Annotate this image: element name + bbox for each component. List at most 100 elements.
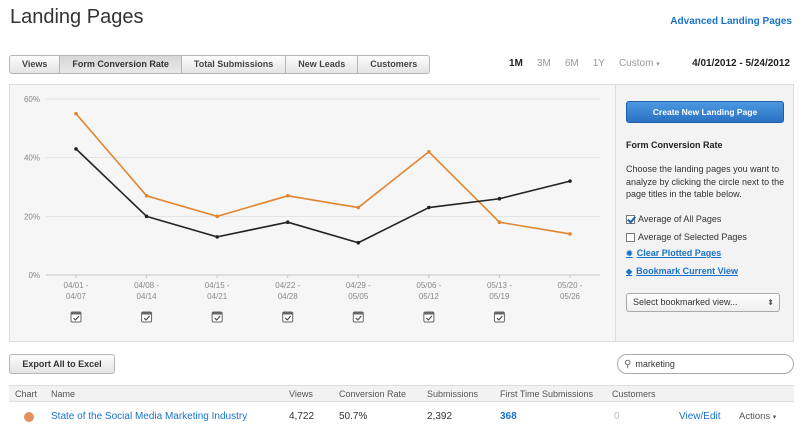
- view-edit-link[interactable]: View/Edit: [679, 411, 721, 422]
- export-to-excel-button[interactable]: Export All to Excel: [9, 354, 115, 374]
- data-point: [497, 220, 502, 224]
- metric-tabs: Views Form Conversion Rate Total Submiss…: [9, 55, 431, 74]
- chart-toggle-dot[interactable]: [24, 412, 34, 422]
- chart-panel: 0% 20% 40% 60% 04/01 - 04/07 04/08 - 04/14 04/15…: [9, 84, 616, 342]
- x-tick-label: 05/05: [348, 292, 369, 301]
- average-selected-pages-label: Average of Selected Pages: [638, 232, 747, 242]
- customers-value: 0: [614, 411, 620, 422]
- column-chart[interactable]: Chart: [15, 389, 37, 399]
- x-tick-label: 05/19: [489, 292, 510, 301]
- column-customers[interactable]: Customers: [612, 389, 656, 399]
- x-tick-label: 04/15 -: [205, 281, 230, 290]
- column-name[interactable]: Name: [51, 389, 75, 399]
- calendar-icon[interactable]: [282, 311, 294, 323]
- y-tick-label: 20%: [24, 212, 40, 221]
- tab-new-leads[interactable]: New Leads: [286, 56, 359, 73]
- average-selected-pages-checkbox[interactable]: [626, 232, 635, 242]
- data-point: [144, 214, 149, 219]
- search-box[interactable]: ⚲: [617, 354, 794, 374]
- search-input[interactable]: [635, 359, 776, 369]
- bookmark-view-select[interactable]: Select bookmarked view... ⬍: [626, 293, 780, 312]
- x-tick-label: 05/20 -: [558, 281, 583, 290]
- data-point: [356, 205, 361, 210]
- range-custom-dropdown[interactable]: Custom ▾: [619, 58, 660, 69]
- select-arrows-icon: ⬍: [767, 298, 774, 307]
- date-range: 4/01/2012 - 5/24/2012: [692, 58, 790, 69]
- advanced-landing-pages-link[interactable]: Advanced Landing Pages: [670, 16, 792, 27]
- data-point: [285, 220, 290, 224]
- bookmark-icon: ◆: [626, 266, 633, 276]
- bookmark-current-view-link[interactable]: ◆ Bookmark Current View: [626, 266, 738, 276]
- x-tick-label: 04/01 -: [64, 281, 89, 290]
- calendar-icon[interactable]: [423, 311, 435, 323]
- time-range-selector: 1M 3M 6M 1Y Custom ▾: [509, 58, 660, 69]
- side-description: Choose the landing pages you want to ana…: [626, 164, 785, 199]
- x-tick-label: 04/21: [207, 292, 228, 301]
- actions-label: Actions: [739, 411, 771, 422]
- calendar-icon[interactable]: [141, 311, 153, 323]
- column-first-time-submissions[interactable]: First Time Submissions: [500, 389, 593, 399]
- x-tick-label: 04/07: [66, 292, 87, 301]
- data-point: [356, 240, 361, 245]
- tab-form-conversion-rate[interactable]: Form Conversion Rate: [60, 56, 182, 73]
- range-6m[interactable]: 6M: [565, 58, 579, 69]
- x-tick-label: 05/12: [419, 292, 440, 301]
- y-tick-label: 60%: [24, 95, 40, 104]
- calendar-icon[interactable]: [493, 311, 505, 323]
- page-name-link[interactable]: State of the Social Media Marketing Indu…: [51, 411, 247, 422]
- tab-customers[interactable]: Customers: [358, 56, 430, 73]
- gear-icon: ✹: [626, 248, 633, 258]
- first-time-submissions-link[interactable]: 368: [500, 411, 517, 422]
- conversion-rate-value: 50.7%: [339, 411, 368, 422]
- page-title: Landing Pages: [10, 6, 144, 28]
- range-1m[interactable]: 1M: [509, 58, 523, 69]
- data-point: [568, 179, 572, 183]
- views-value: 4,722: [289, 411, 315, 422]
- conversion-rate-chart: 0% 20% 40% 60% 04/01 - 04/07 04/08 - 04/14 04/15…: [24, 95, 600, 323]
- bookmark-view-select-value: Select bookmarked view...: [633, 297, 738, 307]
- calendar-icon[interactable]: [352, 311, 364, 323]
- table-header: Chart Name Views Conversion Rate Submiss…: [9, 385, 794, 402]
- column-views[interactable]: Views: [289, 389, 313, 399]
- data-point: [497, 196, 502, 201]
- tab-total-submissions[interactable]: Total Submissions: [181, 56, 287, 73]
- data-point: [215, 235, 219, 239]
- average-selected-pages-option[interactable]: Average of Selected Pages: [626, 232, 747, 242]
- data-point: [427, 150, 431, 154]
- landing-pages-screen: Landing Pages Advanced Landing Pages Vie…: [0, 0, 800, 429]
- range-custom-label: Custom: [618, 58, 654, 69]
- series-line-2: [75, 148, 571, 244]
- column-conversion-rate[interactable]: Conversion Rate: [339, 389, 406, 399]
- search-icon: ⚲: [624, 358, 632, 370]
- x-tick-label: 04/22 -: [275, 281, 300, 290]
- x-tick-label: 05/26: [560, 292, 581, 301]
- calendar-icon[interactable]: [70, 311, 82, 323]
- range-1y[interactable]: 1Y: [593, 58, 605, 69]
- x-tick-label: 04/08 -: [134, 281, 159, 290]
- data-point: [144, 194, 149, 198]
- tab-views[interactable]: Views: [10, 56, 61, 73]
- y-tick-label: 0%: [28, 271, 40, 280]
- submissions-value: 2,392: [427, 411, 453, 422]
- data-point: [74, 111, 78, 116]
- side-heading: Form Conversion Rate: [626, 140, 723, 150]
- clear-plotted-pages-link[interactable]: ✹ Clear Plotted Pages: [626, 248, 721, 258]
- range-3m[interactable]: 3M: [537, 58, 551, 69]
- side-panel: Create New Landing Page Form Conversion …: [616, 84, 794, 342]
- average-all-pages-checkbox[interactable]: [626, 214, 635, 224]
- average-all-pages-option[interactable]: Average of All Pages: [626, 214, 721, 224]
- x-tick-label: 04/14: [137, 292, 158, 301]
- create-landing-page-button[interactable]: Create New Landing Page: [626, 101, 784, 123]
- data-point: [215, 214, 219, 219]
- chevron-down-icon: ▾: [656, 61, 660, 68]
- x-tick-label: 05/06 -: [416, 281, 441, 290]
- calendar-icon[interactable]: [211, 311, 223, 323]
- y-tick-label: 40%: [24, 154, 40, 163]
- clear-plotted-pages-label: Clear Plotted Pages: [636, 248, 722, 258]
- data-point: [74, 147, 78, 151]
- actions-dropdown[interactable]: Actions ▾: [739, 411, 776, 422]
- column-submissions[interactable]: Submissions: [427, 389, 478, 399]
- data-point: [285, 194, 290, 198]
- average-all-pages-label: Average of All Pages: [638, 214, 722, 224]
- x-tick-label: 04/28: [278, 292, 299, 301]
